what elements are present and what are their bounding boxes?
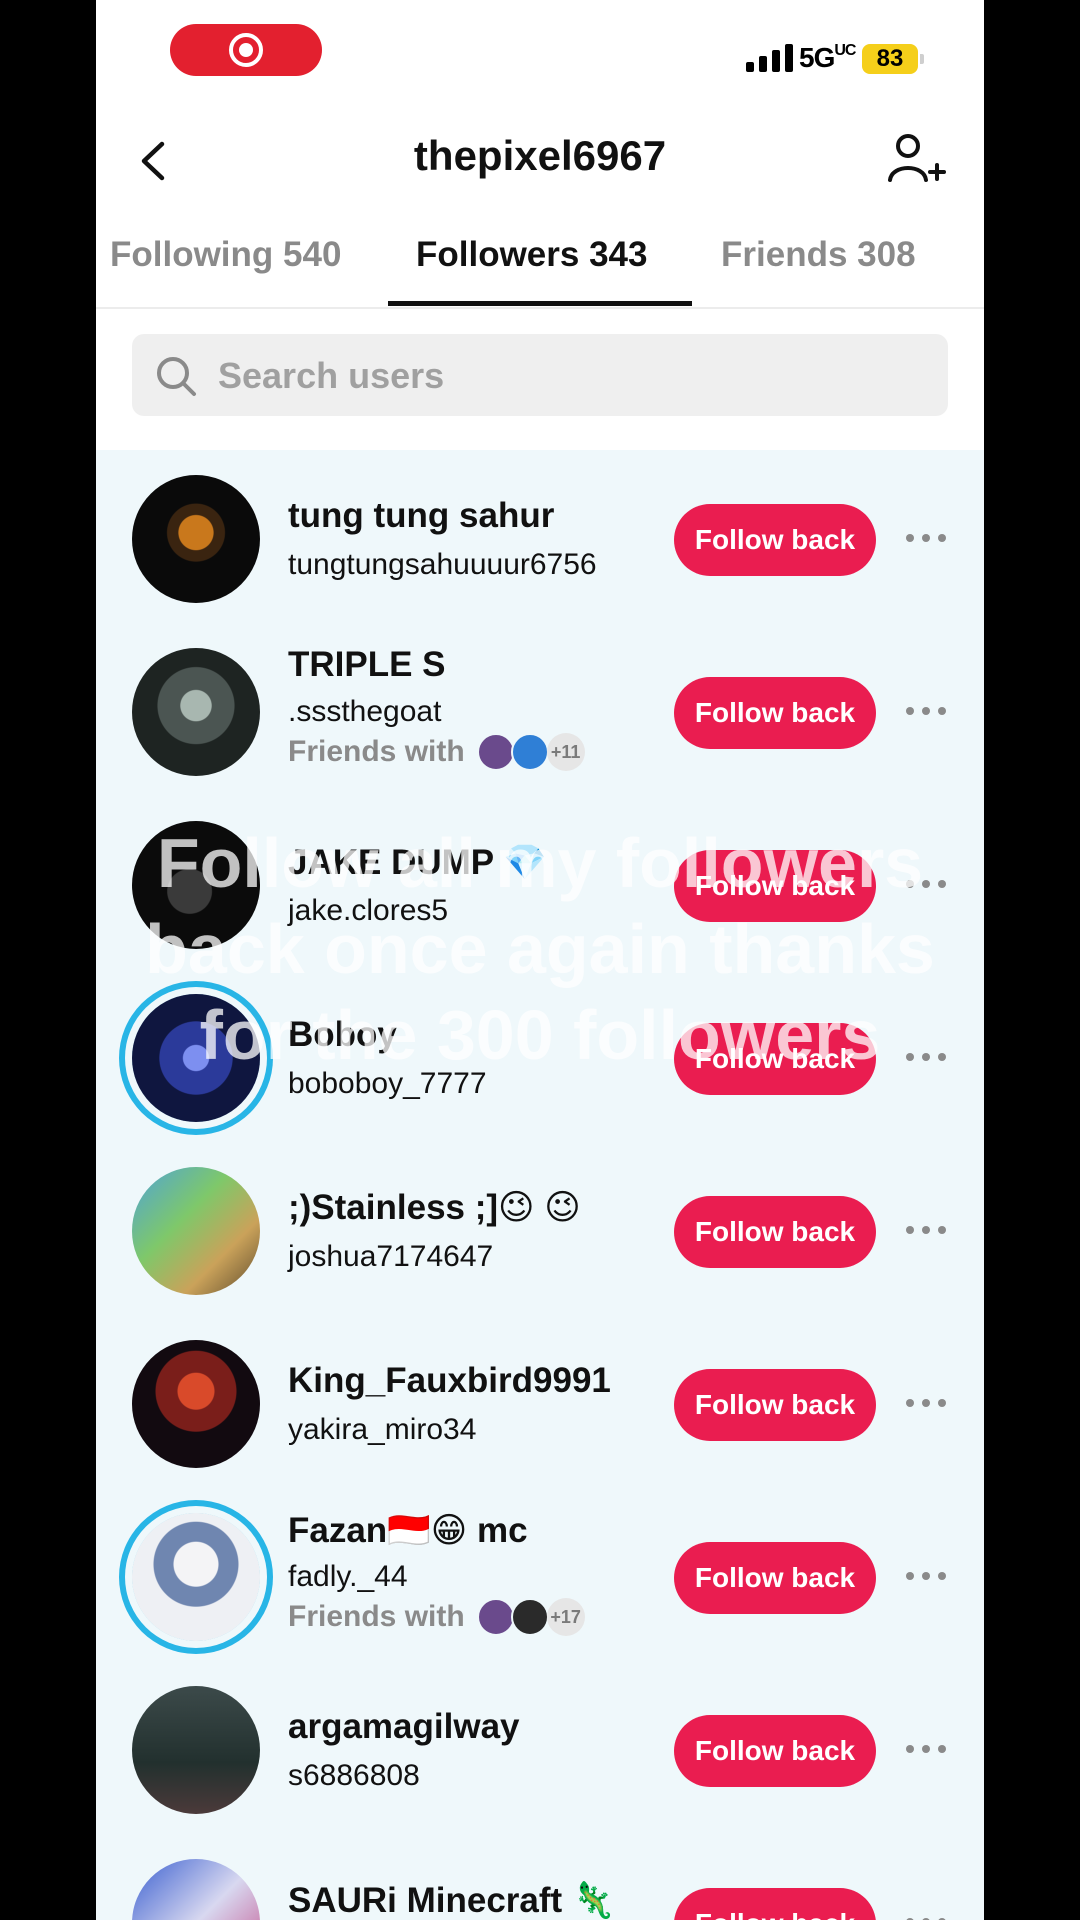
user-handle: .sssthegoat: [288, 695, 442, 728]
list-item[interactable]: Fazan🇮🇩😁 mc fadly._44 Friends with +17 F…: [96, 1488, 984, 1661]
header: thepixel6967: [96, 120, 984, 200]
user-handle: boboboy_7777: [288, 1067, 487, 1100]
app-screen: 5GUC 83 thepixel6967 Following 540 Follo…: [96, 0, 984, 1920]
follow-back-button[interactable]: Follow back: [674, 1023, 876, 1095]
mutual-friends: Friends with +17: [288, 1598, 585, 1636]
mutual-friend-avatar: [510, 1598, 549, 1636]
network-label: 5GUC: [799, 42, 856, 73]
follow-back-button[interactable]: Follow back: [674, 850, 876, 922]
tab-following[interactable]: Following 540: [110, 235, 341, 275]
list-item[interactable]: tung tung sahur tungtungsahuuuur6756 Fol…: [96, 450, 984, 623]
follow-back-button[interactable]: Follow back: [674, 677, 876, 749]
user-name: TRIPLE S: [288, 645, 446, 684]
more-options-icon[interactable]: [906, 1226, 946, 1238]
mutual-friends-count: +17: [546, 1598, 585, 1636]
page-title: thepixel6967: [413, 132, 667, 179]
follow-back-button[interactable]: Follow back: [674, 1888, 876, 1920]
user-name: JAKE DUMP 💎: [288, 843, 547, 882]
mutual-friend-avatar: [476, 1598, 515, 1636]
user-name: Fazan🇮🇩😁 mc: [288, 1511, 528, 1550]
list-item[interactable]: argamagilway s6886808 Follow back: [96, 1661, 984, 1834]
list-item[interactable]: SAURi Minecraft 🦎 Follow back: [96, 1834, 984, 1920]
active-tab-indicator: [388, 301, 692, 306]
avatar[interactable]: [132, 1167, 260, 1295]
mutual-friend-avatar: [510, 733, 549, 771]
avatar[interactable]: [132, 648, 260, 776]
user-handle: yakira_miro34: [288, 1413, 477, 1446]
avatar[interactable]: [132, 475, 260, 603]
search-icon: [157, 357, 196, 396]
list-item[interactable]: TRIPLE S .sssthegoat Friends with +11 Fo…: [96, 623, 984, 796]
list-item[interactable]: King_Fauxbird9991 yakira_miro34 Follow b…: [96, 1315, 984, 1488]
more-options-icon[interactable]: [906, 707, 946, 719]
follow-back-button[interactable]: Follow back: [674, 504, 876, 576]
user-name: ;)Stainless ;]😉 😉: [288, 1188, 581, 1227]
avatar[interactable]: [132, 1340, 260, 1468]
list-item[interactable]: JAKE DUMP 💎 jake.clores5 Follow back: [96, 796, 984, 969]
search-bar[interactable]: [132, 334, 948, 418]
user-name: Boboy: [288, 1015, 397, 1054]
record-icon: [229, 33, 263, 67]
list-item[interactable]: Boboy boboboy_7777 Follow back: [96, 969, 984, 1142]
avatar[interactable]: [132, 821, 260, 949]
follow-back-button[interactable]: Follow back: [674, 1715, 876, 1787]
avatar[interactable]: [132, 1859, 260, 1920]
follow-back-button[interactable]: Follow back: [674, 1369, 876, 1441]
avatar[interactable]: [132, 994, 260, 1122]
user-name: SAURi Minecraft 🦎: [288, 1881, 616, 1920]
search-input[interactable]: [216, 334, 920, 418]
mutual-friend-avatar: [476, 733, 515, 771]
avatar[interactable]: [132, 1513, 260, 1641]
user-handle: fadly._44: [288, 1560, 408, 1593]
signal-icon: [746, 44, 793, 72]
add-user-icon[interactable]: [886, 130, 946, 190]
more-options-icon[interactable]: [906, 1572, 946, 1584]
follow-back-button[interactable]: Follow back: [674, 1542, 876, 1614]
more-options-icon[interactable]: [906, 1745, 946, 1757]
tab-bar: Following 540 Followers 343 Friends 308: [96, 225, 984, 309]
tab-friends[interactable]: Friends 308: [721, 235, 916, 275]
user-handle: jake.clores5: [288, 894, 449, 927]
screen-record-indicator[interactable]: [170, 24, 322, 76]
user-handle: tungtungsahuuuur6756: [288, 548, 597, 581]
tab-followers[interactable]: Followers 343: [416, 235, 647, 275]
list-item[interactable]: ;)Stainless ;]😉 😉 joshua7174647 Follow b…: [96, 1142, 984, 1315]
more-options-icon[interactable]: [906, 1399, 946, 1411]
user-name: tung tung sahur: [288, 496, 555, 535]
followers-list: tung tung sahur tungtungsahuuuur6756 Fol…: [96, 450, 984, 1920]
mutual-friends: Friends with +11: [288, 733, 585, 771]
more-options-icon[interactable]: [906, 1053, 946, 1065]
user-name: King_Fauxbird9991: [288, 1361, 611, 1400]
user-name: argamagilway: [288, 1707, 520, 1746]
user-handle: joshua7174647: [288, 1240, 494, 1273]
battery-indicator: 83: [862, 44, 924, 74]
avatar[interactable]: [132, 1686, 260, 1814]
more-options-icon[interactable]: [906, 534, 946, 546]
more-options-icon[interactable]: [906, 880, 946, 892]
status-bar: 5GUC 83: [96, 0, 984, 110]
user-handle: s6886808: [288, 1759, 420, 1792]
mutual-friends-count: +11: [546, 733, 585, 771]
follow-back-button[interactable]: Follow back: [674, 1196, 876, 1268]
